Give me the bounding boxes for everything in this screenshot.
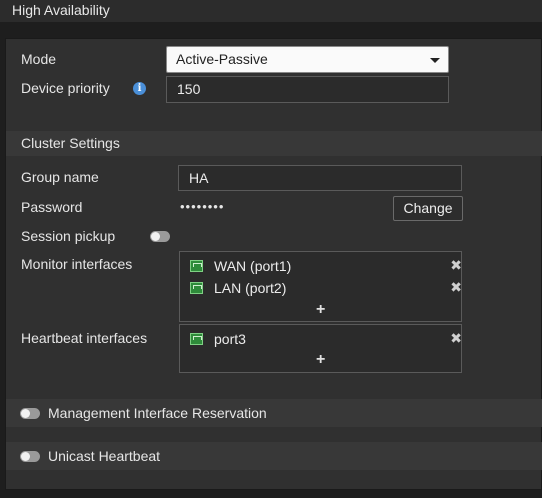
mode-select[interactable]: Active-Passive: [166, 46, 449, 73]
session-pickup-toggle[interactable]: [150, 231, 170, 242]
group-name-label: Group name: [21, 169, 99, 185]
heartbeat-interfaces-field[interactable]: port3 ✖ +: [179, 324, 462, 373]
add-icon[interactable]: +: [316, 302, 325, 318]
cluster-settings-header: Cluster Settings: [6, 131, 542, 156]
mode-select-value: Active-Passive: [176, 51, 268, 67]
add-icon[interactable]: +: [316, 352, 325, 368]
remove-icon[interactable]: ✖: [450, 330, 462, 346]
heartbeat-interfaces-label: Heartbeat interfaces: [21, 330, 148, 346]
interface-label: WAN (port1): [214, 258, 292, 274]
chevron-down-icon: [430, 58, 440, 63]
mode-label: Mode: [21, 51, 57, 67]
unicast-heartbeat-row: Unicast Heartbeat: [6, 442, 542, 470]
mgmt-reservation-toggle[interactable]: [20, 408, 40, 419]
monitor-interfaces-label: Monitor interfaces: [21, 256, 133, 272]
password-label: Password: [21, 199, 83, 215]
password-value: ••••••••: [180, 199, 225, 214]
unicast-heartbeat-toggle[interactable]: [20, 451, 40, 462]
interface-label: port3: [214, 331, 246, 347]
network-port-icon: [190, 282, 203, 294]
change-password-button[interactable]: Change: [393, 196, 463, 221]
remove-icon[interactable]: ✖: [450, 257, 462, 273]
unicast-heartbeat-label: Unicast Heartbeat: [48, 448, 161, 464]
device-priority-label: Device priority: [21, 80, 110, 96]
list-item: LAN (port2) ✖: [190, 279, 462, 298]
network-port-icon: [190, 333, 203, 345]
mgmt-reservation-label: Management Interface Reservation: [48, 405, 267, 421]
interface-label: LAN (port2): [214, 280, 287, 296]
info-icon[interactable]: i: [133, 82, 146, 95]
network-port-icon: [190, 260, 203, 272]
monitor-interfaces-field[interactable]: WAN (port1) ✖ LAN (port2) ✖ +: [179, 251, 462, 322]
group-name-input[interactable]: HA: [178, 165, 462, 191]
list-item: port3 ✖: [190, 330, 462, 349]
session-pickup-label: Session pickup: [21, 228, 116, 244]
remove-icon[interactable]: ✖: [450, 279, 462, 295]
list-item: WAN (port1) ✖: [190, 257, 462, 276]
page-title: High Availability: [0, 0, 542, 22]
mgmt-reservation-row: Management Interface Reservation: [6, 399, 542, 427]
device-priority-input[interactable]: 150: [166, 76, 449, 103]
